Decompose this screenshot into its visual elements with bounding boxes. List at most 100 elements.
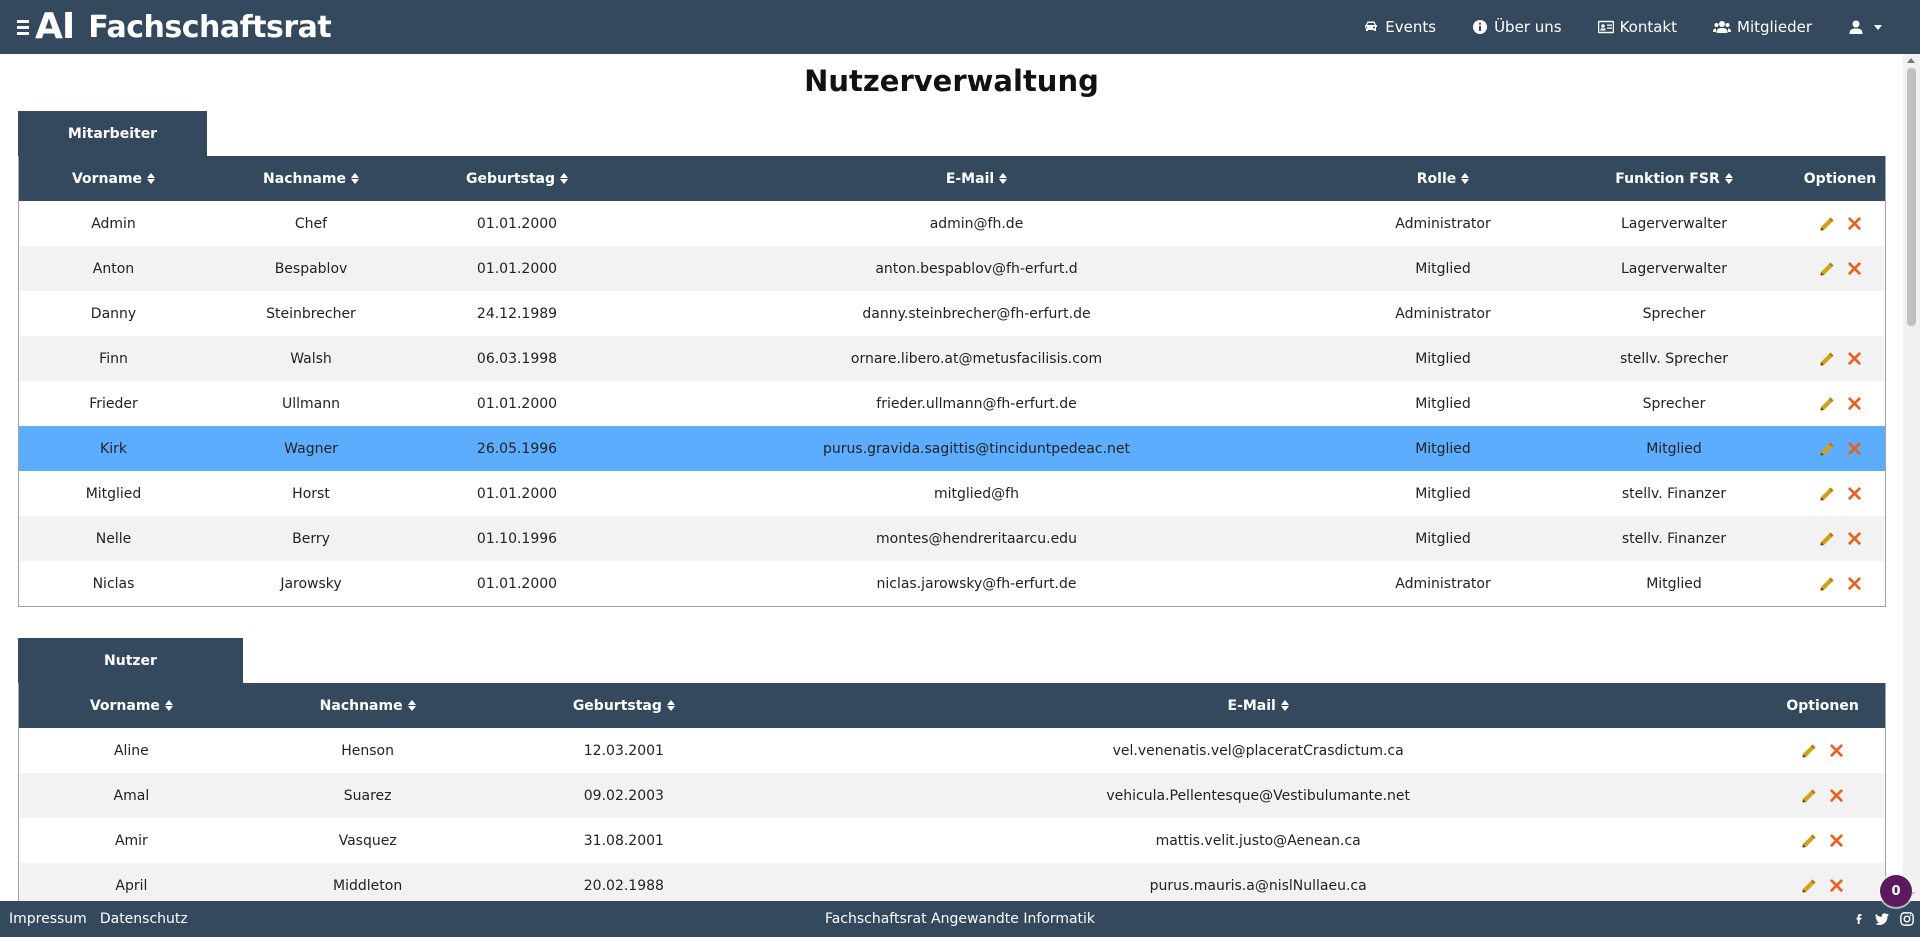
cell-vorname: Aline — [113, 742, 149, 759]
column-header-email[interactable]: E-Mail — [756, 683, 1760, 728]
row-options — [1819, 351, 1862, 367]
cell-rolle: Mitglied — [1415, 260, 1471, 277]
cell-vorname: Amal — [113, 787, 150, 804]
footer: Impressum Datenschutz Fachschaftsrat Ang… — [0, 901, 1920, 937]
delete-icon[interactable] — [1847, 531, 1862, 546]
delete-icon[interactable] — [1847, 216, 1862, 231]
nav-item-mitglieder[interactable]: Mitglieder — [1713, 18, 1812, 36]
delete-icon[interactable] — [1829, 878, 1844, 893]
cell-vorname: Niclas — [92, 575, 135, 592]
cell-optionen — [1760, 728, 1885, 773]
sort-icon — [1280, 700, 1289, 711]
cell-optionen — [1795, 291, 1885, 336]
table-row[interactable]: Kirk Wagner 26.05.1996 purus.gravida.sagitt… — [19, 426, 1885, 471]
car-icon — [1365, 21, 1378, 31]
table-row[interactable]: Danny Steinbrecher 24.12.1989 danny.steinbr… — [19, 291, 1885, 336]
table-row[interactable]: Mitglied Horst 01.01.2000 mitglied@fh Mitgli… — [19, 471, 1885, 516]
footer-link-datenschutz[interactable]: Datenschutz — [100, 911, 188, 927]
brand[interactable]: AI Fachschaftsrat — [17, 9, 332, 45]
pencil-icon[interactable] — [1819, 261, 1835, 277]
brand-name: Fachschaftsrat — [88, 9, 332, 45]
cell-rolle: Mitglied — [1415, 395, 1471, 412]
cell-funktion: Sprecher — [1642, 395, 1706, 412]
facebook-icon[interactable] — [1854, 912, 1864, 926]
sort-icon — [1724, 173, 1733, 184]
column-header-nachname[interactable]: Nachname — [244, 683, 492, 728]
cell-funktion: Lagerverwalter — [1620, 260, 1728, 277]
delete-icon[interactable] — [1847, 441, 1862, 456]
table-row[interactable]: Anton Bespablov 01.01.2000 anton.bespablov@… — [19, 246, 1885, 291]
nav-menu: Events Über uns Kontakt Mitglieder — [1363, 0, 1882, 54]
pencil-icon[interactable] — [1819, 441, 1835, 457]
pencil-icon[interactable] — [1801, 788, 1817, 804]
users-icon — [1713, 21, 1731, 33]
column-header-nachname[interactable]: Nachname — [208, 156, 414, 201]
column-header-vorname[interactable]: Vorname — [19, 156, 208, 201]
page-scrollbar[interactable] — [1903, 54, 1920, 901]
table-row[interactable]: Frieder Ullmann 01.01.2000 frieder.ullmann@… — [19, 381, 1885, 426]
table-header: Vorname Nachname Geburtstag E-Mail Optio… — [19, 683, 1885, 728]
pencil-icon[interactable] — [1819, 216, 1835, 232]
pencil-icon[interactable] — [1819, 531, 1835, 547]
row-options — [1819, 216, 1862, 232]
pencil-icon[interactable] — [1819, 576, 1835, 592]
delete-icon[interactable] — [1829, 788, 1844, 803]
cell-geburtstag: 09.02.2003 — [583, 787, 664, 804]
cell-rolle: Administrator — [1395, 215, 1491, 232]
cell-rolle: Mitglied — [1415, 485, 1471, 502]
tab-mitarbeiter[interactable]: Mitarbeiter — [18, 111, 207, 156]
column-header-rolle[interactable]: Rolle — [1333, 156, 1553, 201]
scrollbar-thumb[interactable] — [1907, 68, 1916, 326]
row-options — [1819, 531, 1862, 547]
cell-optionen — [1795, 381, 1885, 426]
table-row[interactable]: Niclas Jarowsky 01.01.2000 niclas.jarowsky@… — [19, 561, 1885, 606]
column-header-email[interactable]: E-Mail — [620, 156, 1333, 201]
table-row[interactable]: Admin Chef 01.01.2000 admin@fh.de Administra… — [19, 201, 1885, 246]
tab-nutzer[interactable]: Nutzer — [18, 638, 243, 683]
cell-email: admin@fh.de — [929, 215, 1024, 232]
nav-item-ueber-uns[interactable]: Über uns — [1472, 18, 1562, 36]
table-row[interactable]: Nelle Berry 01.10.1996 montes@hendreritaarc… — [19, 516, 1885, 561]
pencil-icon[interactable] — [1801, 743, 1817, 759]
table-row[interactable]: Amal Suarez 09.02.2003 vehicula.Pellentesqu… — [19, 773, 1885, 818]
pencil-icon[interactable] — [1819, 351, 1835, 367]
instagram-icon[interactable] — [1900, 912, 1914, 926]
cell-optionen — [1795, 201, 1885, 246]
delete-icon[interactable] — [1829, 833, 1844, 848]
column-header-vorname[interactable]: Vorname — [19, 683, 244, 728]
column-header-geburtstag[interactable]: Geburtstag — [414, 156, 620, 201]
notification-badge[interactable]: 0 — [1880, 875, 1912, 907]
cell-email: vehicula.Pellentesque@Vestibulumante.net — [1106, 787, 1411, 804]
row-options — [1819, 396, 1862, 412]
user-menu-dropdown[interactable] — [1848, 19, 1882, 35]
table-row[interactable]: Aline Henson 12.03.2001 vel.venenatis.vel@p… — [19, 728, 1885, 773]
footer-link-impressum[interactable]: Impressum — [9, 911, 87, 927]
pencil-icon[interactable] — [1801, 878, 1817, 894]
delete-icon[interactable] — [1829, 743, 1844, 758]
delete-icon[interactable] — [1847, 576, 1862, 591]
user-icon — [1849, 20, 1863, 34]
cell-funktion: stellv. Sprecher — [1619, 350, 1729, 367]
nav-item-kontakt[interactable]: Kontakt — [1597, 18, 1677, 36]
nutzer-table: Vorname Nachname Geburtstag E-Mail Optio… — [18, 683, 1886, 908]
delete-icon[interactable] — [1847, 486, 1862, 501]
table-row[interactable]: Amir Vasquez 31.08.2001 mattis.velit.justo@… — [19, 818, 1885, 863]
delete-icon[interactable] — [1847, 261, 1862, 276]
cell-nachname: Steinbrecher — [266, 305, 356, 322]
cell-vorname: Danny — [90, 305, 137, 322]
cell-vorname: Frieder — [89, 395, 138, 412]
sort-icon — [350, 173, 359, 184]
scroll-up-arrow[interactable] — [1907, 58, 1915, 63]
column-header-funktion-fsr[interactable]: Funktion FSR — [1553, 156, 1795, 201]
cell-vorname: Mitglied — [85, 485, 142, 502]
pencil-icon[interactable] — [1801, 833, 1817, 849]
sort-icon — [999, 173, 1008, 184]
delete-icon[interactable] — [1847, 351, 1862, 366]
twitter-icon[interactable] — [1874, 912, 1890, 926]
column-header-geburtstag[interactable]: Geburtstag — [492, 683, 757, 728]
delete-icon[interactable] — [1847, 396, 1862, 411]
pencil-icon[interactable] — [1819, 486, 1835, 502]
nav-item-events[interactable]: Events — [1363, 18, 1436, 36]
table-row[interactable]: Finn Walsh 06.03.1998 ornare.libero.at@metu… — [19, 336, 1885, 381]
pencil-icon[interactable] — [1819, 396, 1835, 412]
